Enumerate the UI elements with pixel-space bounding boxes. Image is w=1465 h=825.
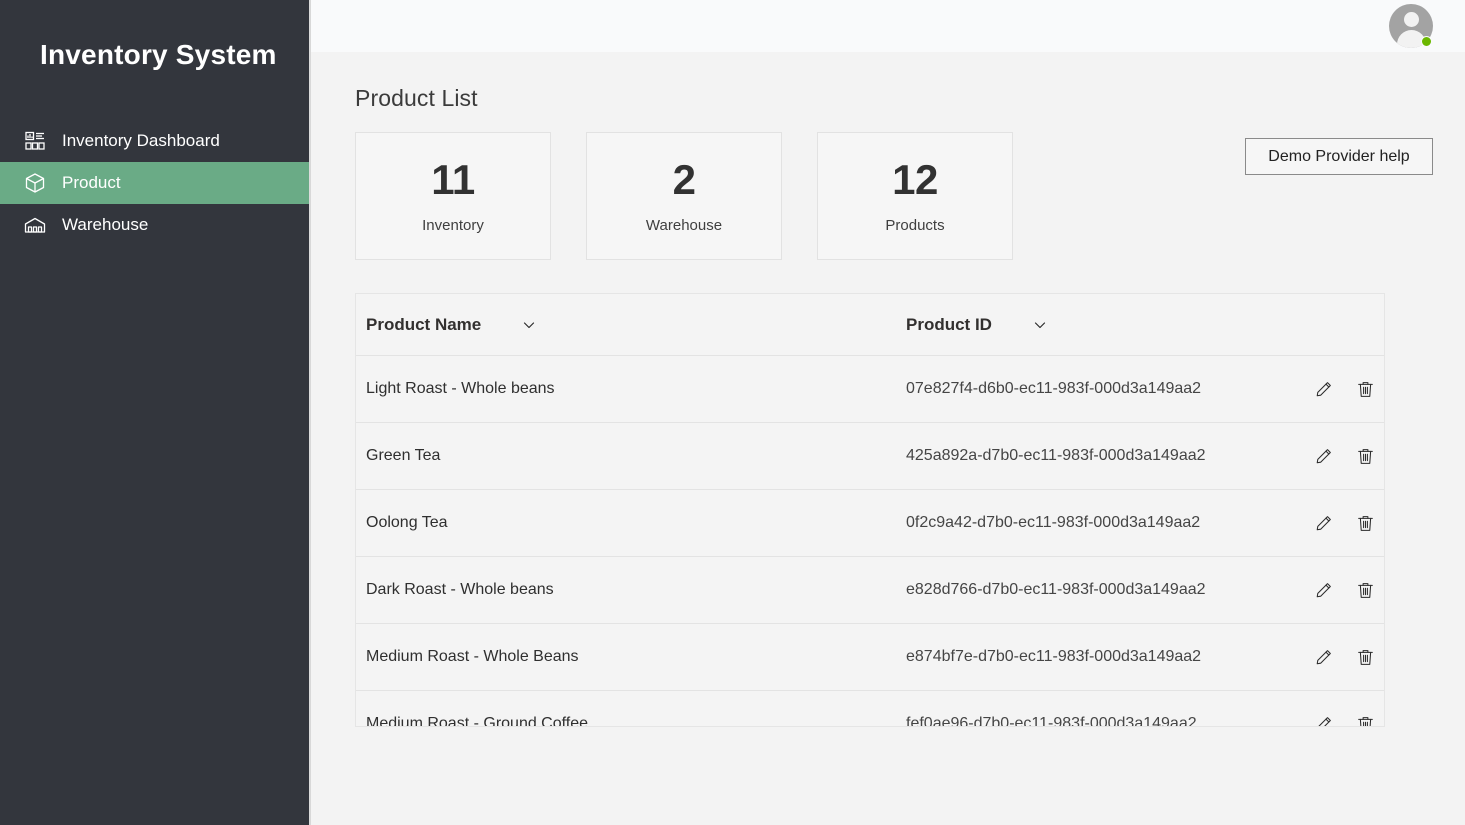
row-actions	[1306, 713, 1384, 727]
presence-status-dot	[1421, 36, 1432, 47]
cell-product-name: Light Roast - Whole beans	[366, 380, 906, 398]
chevron-down-icon[interactable]	[1030, 315, 1050, 335]
table-row[interactable]: Light Roast - Whole beans 07e827f4-d6b0-…	[356, 356, 1384, 423]
product-table: Product Name Product ID	[355, 293, 1385, 727]
row-actions	[1306, 445, 1384, 467]
avatar[interactable]	[1389, 4, 1433, 48]
cell-product-name: Oolong Tea	[366, 514, 906, 532]
dashboard-icon	[22, 128, 48, 154]
main-area: Product List Demo Provider help 11 Inven…	[311, 0, 1465, 825]
row-actions	[1306, 378, 1384, 400]
cell-product-id: e828d766-d7b0-ec11-983f-000d3a149aa2	[906, 581, 1306, 599]
row-actions	[1306, 646, 1384, 668]
cell-product-id: 425a892a-d7b0-ec11-983f-000d3a149aa2	[906, 447, 1306, 465]
sidebar-item-label: Warehouse	[62, 215, 148, 235]
pencil-icon[interactable]	[1312, 445, 1334, 467]
cell-product-id: e874bf7e-d7b0-ec11-983f-000d3a149aa2	[906, 648, 1306, 666]
row-actions	[1306, 512, 1384, 534]
sidebar-edge-divider	[309, 0, 310, 825]
stat-label: Warehouse	[646, 217, 722, 234]
table-row[interactable]: Dark Roast - Whole beans e828d766-d7b0-e…	[356, 557, 1384, 624]
table-row[interactable]: Oolong Tea 0f2c9a42-d7b0-ec11-983f-000d3…	[356, 490, 1384, 557]
page-content: Product List Demo Provider help 11 Inven…	[311, 85, 1465, 727]
trash-icon[interactable]	[1354, 713, 1376, 727]
stat-card-inventory[interactable]: 11 Inventory	[355, 132, 551, 260]
top-bar	[311, 0, 1465, 52]
pencil-icon[interactable]	[1312, 713, 1334, 727]
trash-icon[interactable]	[1354, 512, 1376, 534]
trash-icon[interactable]	[1354, 579, 1376, 601]
cell-product-name: Medium Roast - Ground Coffee	[366, 715, 906, 727]
sidebar-item-warehouse[interactable]: Warehouse	[0, 204, 310, 246]
demo-provider-help-button[interactable]: Demo Provider help	[1245, 138, 1433, 175]
page-title: Product List	[355, 85, 1433, 112]
stat-value: 11	[431, 159, 474, 201]
table-row[interactable]: Medium Roast - Ground Coffee fef0ae96-d7…	[356, 691, 1384, 727]
stat-label: Inventory	[422, 217, 484, 234]
column-header-label: Product Name	[366, 315, 481, 335]
cell-product-id: 0f2c9a42-d7b0-ec11-983f-000d3a149aa2	[906, 514, 1306, 532]
sidebar-item-inventory-dashboard[interactable]: Inventory Dashboard	[0, 120, 310, 162]
cell-product-name: Green Tea	[366, 447, 906, 465]
column-header-product-name[interactable]: Product Name	[366, 315, 906, 335]
sidebar: Inventory System	[0, 0, 311, 825]
pencil-icon[interactable]	[1312, 579, 1334, 601]
table-row[interactable]: Green Tea 425a892a-d7b0-ec11-983f-000d3a…	[356, 423, 1384, 490]
column-header-product-id[interactable]: Product ID	[906, 315, 1306, 335]
stat-card-warehouse[interactable]: 2 Warehouse	[586, 132, 782, 260]
trash-icon[interactable]	[1354, 646, 1376, 668]
sidebar-item-label: Inventory Dashboard	[62, 131, 220, 151]
cell-product-id: fef0ae96-d7b0-ec11-983f-000d3a149aa2	[906, 715, 1306, 727]
pencil-icon[interactable]	[1312, 378, 1334, 400]
avatar-head-shape	[1404, 12, 1419, 27]
app-brand-title: Inventory System	[0, 0, 310, 72]
stat-value: 12	[892, 159, 938, 201]
trash-icon[interactable]	[1354, 445, 1376, 467]
package-icon	[22, 170, 48, 196]
column-header-label: Product ID	[906, 315, 992, 335]
sidebar-item-product[interactable]: Product	[0, 162, 310, 204]
app-root: Inventory System	[0, 0, 1465, 825]
cell-product-name: Dark Roast - Whole beans	[366, 581, 906, 599]
row-actions	[1306, 579, 1384, 601]
pencil-icon[interactable]	[1312, 512, 1334, 534]
trash-icon[interactable]	[1354, 378, 1376, 400]
table-header-row: Product Name Product ID	[356, 294, 1384, 356]
sidebar-nav: Inventory Dashboard Product	[0, 120, 310, 246]
stat-value: 2	[673, 159, 696, 201]
cell-product-name: Medium Roast - Whole Beans	[366, 648, 906, 666]
chevron-down-icon[interactable]	[519, 315, 539, 335]
sidebar-item-label: Product	[62, 173, 121, 193]
stat-card-products[interactable]: 12 Products	[817, 132, 1013, 260]
warehouse-icon	[22, 212, 48, 238]
table-row[interactable]: Medium Roast - Whole Beans e874bf7e-d7b0…	[356, 624, 1384, 691]
stat-label: Products	[885, 217, 944, 234]
cell-product-id: 07e827f4-d6b0-ec11-983f-000d3a149aa2	[906, 380, 1306, 398]
pencil-icon[interactable]	[1312, 646, 1334, 668]
